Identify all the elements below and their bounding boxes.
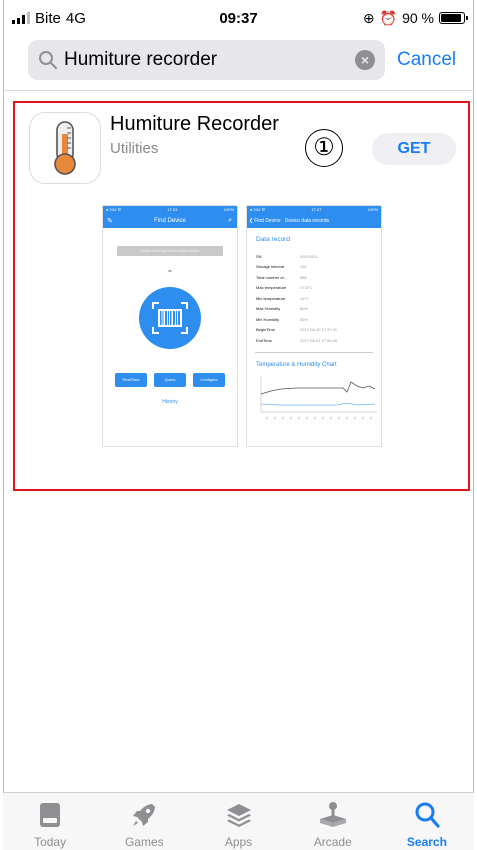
mini-status-left: ● 234 ☰ <box>106 207 121 212</box>
mini-nav-title: Find Device <box>154 217 186 224</box>
mini-record-row: EndTime 2017-06-21 17:56:28 <box>256 335 381 346</box>
mini-line-chart <box>260 375 377 419</box>
alarm-icon: ⏰ <box>379 9 398 26</box>
mini-nav-bar: ❮ Find Device Device data records <box>247 213 381 228</box>
tab-apps[interactable]: Apps <box>191 793 285 850</box>
mini-status-time: 17:07 <box>311 207 322 212</box>
tab-label: Games <box>124 835 164 849</box>
mini-nav-bar: ✎ Find Device ⌕ <box>103 213 237 228</box>
tab-label: Today <box>34 835 67 849</box>
tab-search[interactable]: Search <box>380 793 474 850</box>
mini-record-key: Max temperature <box>256 285 287 291</box>
search-field[interactable]: × <box>28 40 385 80</box>
status-right: ⊕ ⏰ 90 % <box>305 9 468 27</box>
mini-record-rows: SN 40210001 Storage interval 150 Total numbe… <box>256 251 381 346</box>
search-icon <box>415 802 440 828</box>
mini-record-row: Max Humidity 60% <box>256 304 381 315</box>
mini-record-row: Storage interval 150 <box>256 262 381 273</box>
mini-record-value: 586 <box>300 274 307 280</box>
mini-status-left: ● 234 ☰ <box>250 207 265 212</box>
mini-history-link: History <box>162 399 178 405</box>
mini-record-row: Min Humidity 56% <box>256 314 381 325</box>
joystick-icon <box>319 802 346 827</box>
tab-today[interactable]: Today <box>3 793 97 850</box>
mini-record-key: Max Humidity <box>256 306 281 312</box>
mini-record-value: 56% <box>300 316 309 322</box>
cancel-button[interactable]: Cancel <box>397 49 456 71</box>
rocket-icon <box>133 804 156 826</box>
app-name[interactable]: Humiture Recorder <box>110 113 279 136</box>
mini-search-icon: ⌕ <box>228 216 232 224</box>
mini-chart-title: Temperature & Humidity Chart <box>256 361 337 368</box>
search-result-highlight[interactable]: Humiture Recorder Utilities ① GET ● 234 … <box>13 101 470 491</box>
clear-search-button[interactable]: × <box>355 50 375 70</box>
mini-record-value: 60% <box>300 306 309 312</box>
layers-icon <box>226 804 251 827</box>
app-screenshot-data-records[interactable]: ● 234 ☰ 17:07 100% ❮ Find Device Device … <box>246 205 382 447</box>
mini-record-key: Storage interval <box>256 264 285 270</box>
mini-record-row: Total number of... 586 <box>256 272 381 283</box>
mini-record-row: BeginTime 2017-06-20 17:37:41 <box>256 325 381 336</box>
mini-divider <box>255 351 373 353</box>
mini-record-key: SN <box>256 253 262 259</box>
mini-status-right: 100% <box>223 207 234 212</box>
thermometer-icon <box>54 121 76 175</box>
network-type: 4G <box>65 9 86 27</box>
mini-section-title: Data record <box>256 236 290 243</box>
mini-record-row: Min temperature 16°C <box>256 293 381 304</box>
tab-label: Arcade <box>313 835 352 849</box>
status-time: 09:37 <box>219 9 258 27</box>
mini-record-key: Min temperature <box>256 295 286 301</box>
tab-arcade[interactable]: Arcade <box>286 793 380 850</box>
mini-status-bar: ● 234 ☰ 17:07 100% <box>247 206 381 213</box>
battery-percent: 90 % <box>402 10 434 26</box>
orientation-lock-icon: ⊕ <box>362 9 375 26</box>
barcode-scan-icon <box>139 287 201 349</box>
mini-record-value: 2017-06-20 17:37:41 <box>300 327 338 333</box>
mini-record-key: BeginTime <box>256 327 275 333</box>
tab-bar: Today Games Apps Arcade Search <box>3 792 474 850</box>
signal-icon <box>12 12 30 24</box>
status-left: Bite 4G <box>12 10 172 27</box>
mini-serial-input: Please enter the device serial number <box>117 246 223 256</box>
mini-record-value: 27.8°C <box>300 285 313 291</box>
mini-configure-button: Configure <box>193 373 225 387</box>
annotation-number: ① <box>305 129 343 167</box>
search-row: × Cancel <box>28 40 467 80</box>
mini-record-key: EndTime <box>256 337 272 343</box>
mini-record-value: 2017-06-21 17:56:28 <box>300 337 338 343</box>
get-button[interactable]: GET <box>372 133 456 165</box>
mini-record-value: 40210001 <box>300 253 318 259</box>
mini-status-bar: ● 234 ☰ 17:03 100% <box>103 206 237 213</box>
mini-back-label: Find Device <box>254 217 281 224</box>
mini-record-key: Min Humidity <box>256 316 280 322</box>
mini-record-value: 150 <box>300 264 307 270</box>
app-screenshot-find-device[interactable]: ● 234 ☰ 17:03 100% ✎ Find Device ⌕ Pleas… <box>102 205 238 447</box>
tab-label: Search <box>406 835 447 849</box>
mini-button-row: RealTime Query Configure <box>103 373 237 387</box>
mini-record-key: Total number of... <box>256 274 287 280</box>
status-bar: Bite 4G 09:37 ⊕ ⏰ 90 % <box>12 6 468 30</box>
carrier-name: Bite <box>35 9 61 27</box>
mini-status-time: 17:03 <box>167 207 178 212</box>
mini-status-right: 100% <box>367 207 378 212</box>
search-icon <box>39 51 57 69</box>
mini-record-row: SN 40210001 <box>256 251 381 262</box>
today-icon <box>40 803 61 827</box>
mini-realtime-button: RealTime <box>115 373 147 387</box>
mini-nav-title: Device data records <box>284 217 330 224</box>
app-category: Utilities <box>110 140 159 157</box>
mini-query-button: Query <box>154 373 186 387</box>
tab-label: Apps <box>224 835 253 849</box>
mini-record-row: Max temperature 27.8°C <box>256 283 381 294</box>
mini-record-value: 16°C <box>300 295 309 301</box>
mini-or-text: or <box>168 268 172 273</box>
battery-icon <box>439 12 468 24</box>
search-input[interactable] <box>64 49 355 71</box>
edit-icon: ✎ <box>107 217 113 225</box>
back-chevron-icon: ❮ <box>249 217 254 224</box>
app-icon[interactable] <box>29 112 101 184</box>
tab-games[interactable]: Games <box>97 793 191 850</box>
header-divider <box>3 90 474 91</box>
